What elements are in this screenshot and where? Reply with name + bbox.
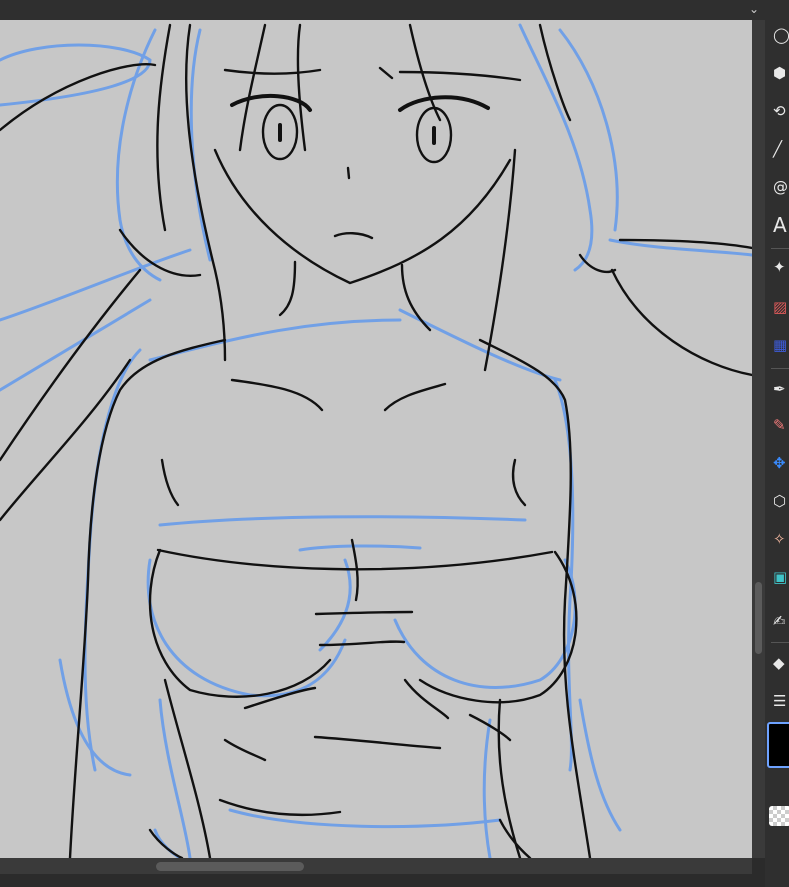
brush-icon[interactable]: ✍ [773, 610, 789, 632]
sketch-layer [0, 23, 752, 858]
separator [771, 248, 789, 249]
ellipse-select-icon[interactable]: ◯ [773, 24, 789, 46]
pencil-red-icon[interactable]: ✎ [773, 414, 789, 436]
chevron-down-icon[interactable]: ⌄ [749, 2, 759, 16]
ink-layer [0, 23, 752, 858]
sparkle-icon[interactable]: ✦ [773, 256, 789, 278]
3d-object-icon[interactable]: ⬢ [773, 62, 789, 84]
layers-icon[interactable]: ☰ [773, 690, 789, 712]
horizontal-scrollbar[interactable] [0, 858, 765, 887]
hatch-brush-icon[interactable]: ▨ [773, 296, 789, 318]
vertical-scrollbar[interactable] [752, 20, 765, 858]
horizontal-scroll-track[interactable] [0, 858, 752, 874]
artwork [0, 23, 752, 858]
line-tool-icon[interactable]: ╱ [773, 138, 789, 160]
drawing-canvas[interactable] [0, 20, 752, 858]
pen-icon[interactable]: ✒ [773, 378, 789, 400]
eraser-icon[interactable]: ◆ [773, 652, 789, 674]
transparent-color-swatch[interactable] [769, 806, 789, 826]
separator [771, 642, 789, 643]
move-icon[interactable]: ✥ [773, 452, 789, 474]
lasso-icon[interactable]: ⟲ [773, 100, 789, 122]
main-color-swatch[interactable] [767, 722, 789, 768]
text-tool-icon[interactable]: A [773, 214, 789, 236]
spiral-icon[interactable]: @ [773, 176, 789, 198]
cube-icon[interactable]: ⬡ [773, 490, 789, 512]
canvas-tab-bar: ⌄ [0, 0, 765, 20]
star-decoration-icon[interactable]: ✧ [773, 528, 789, 550]
vertical-scroll-thumb[interactable] [755, 582, 762, 654]
horizontal-scroll-thumb[interactable] [156, 862, 304, 871]
dot-tone-icon[interactable]: ▦ [773, 334, 789, 356]
image-tool-icon[interactable]: ▣ [773, 566, 789, 588]
separator [771, 368, 789, 369]
